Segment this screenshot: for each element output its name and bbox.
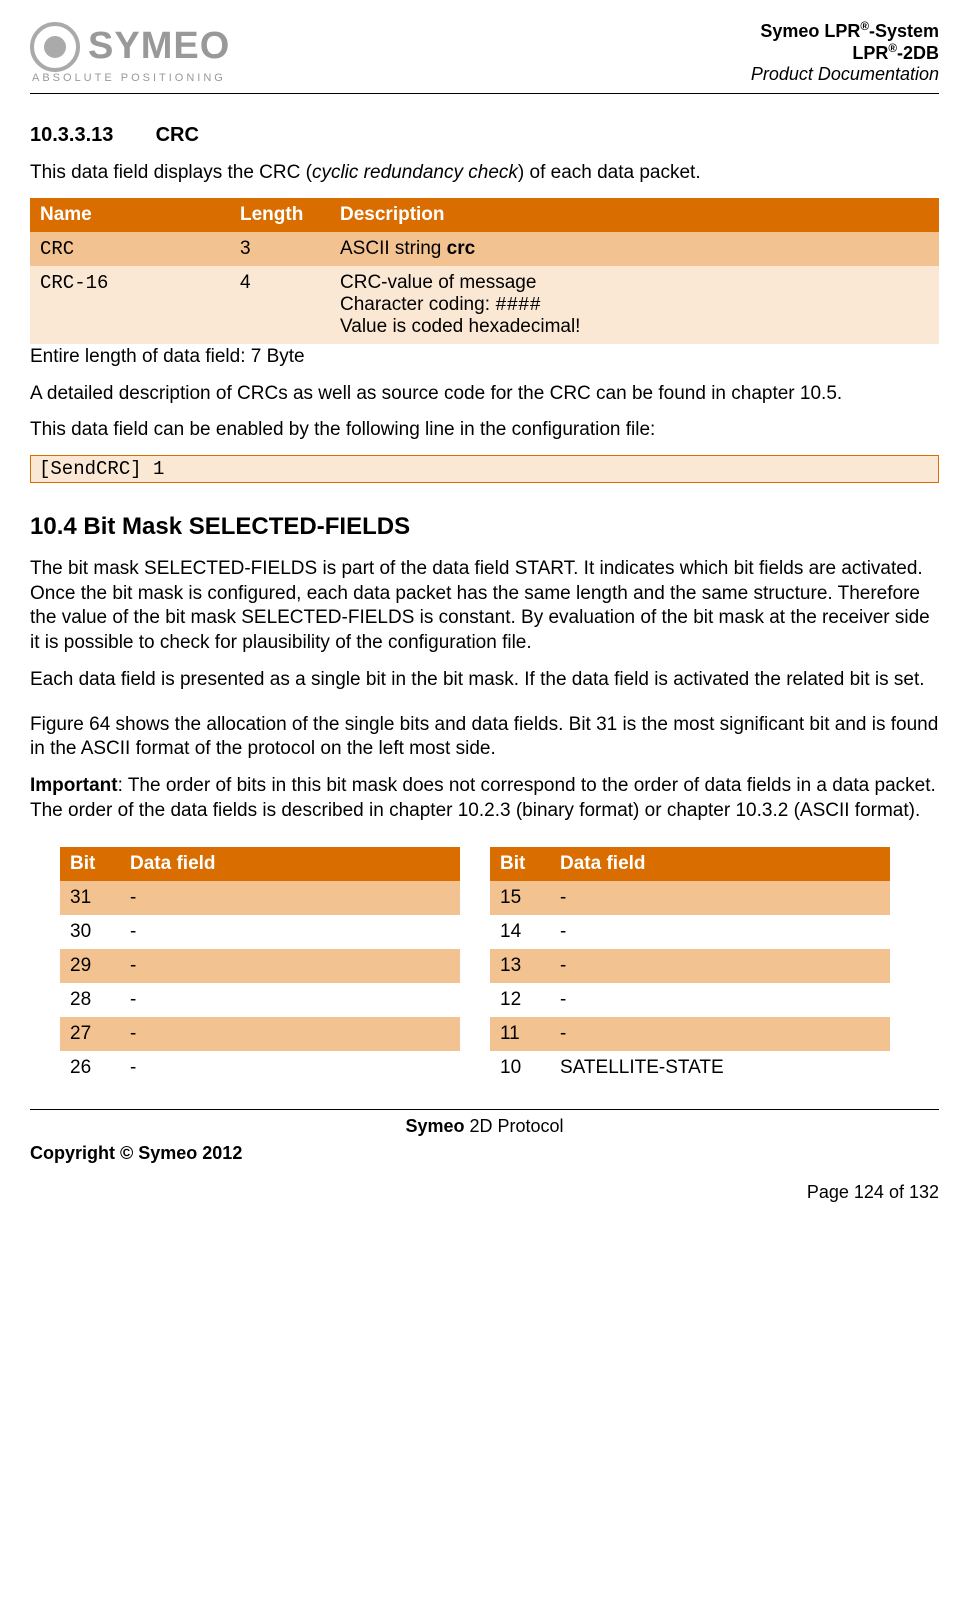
table-length-note: Entire length of data field: 7 Byte: [30, 346, 939, 368]
page-header: SYMEO ABSOLUTE POSITIONING Symeo LPR®-Sy…: [30, 20, 939, 94]
table-row: 27-: [60, 1017, 460, 1051]
table-row: 29-: [60, 949, 460, 983]
table-row: 15-: [490, 881, 890, 915]
section-title: CRC: [156, 124, 199, 146]
table-header-row: Bit Data field: [60, 847, 460, 881]
cell-length: 4: [230, 266, 330, 344]
table-row: 26-: [60, 1051, 460, 1085]
header-title-block: Symeo LPR®-System LPR®-2DB Product Docum…: [751, 20, 939, 85]
footer-page-number: Page 124 of 132: [30, 1182, 939, 1203]
table-row: 14-: [490, 915, 890, 949]
logo-text: SYMEO: [88, 25, 230, 68]
cell-length: 3: [230, 232, 330, 266]
th-bit: Bit: [490, 847, 550, 881]
crc-config-intro: This data field can be enabled by the fo…: [30, 418, 939, 443]
th-bit: Bit: [60, 847, 120, 881]
reg-mark: ®: [888, 42, 897, 55]
footer-center: Symeo 2D Protocol: [30, 1116, 939, 1137]
bitmask-important: Important: The order of bits in this bit…: [30, 774, 939, 823]
bit-tables-wrapper: Bit Data field 31- 30- 29- 28- 27- 26- B…: [60, 847, 939, 1085]
table-row: 13-: [490, 949, 890, 983]
crc-table: Name Length Description CRC 3 ASCII stri…: [30, 198, 939, 344]
table-row: 11-: [490, 1017, 890, 1051]
th-data-field: Data field: [120, 847, 460, 881]
th-description: Description: [330, 198, 939, 232]
th-data-field: Data field: [550, 847, 890, 881]
bitmask-p3: Figure 64 shows the allocation of the si…: [30, 713, 939, 762]
section-heading-crc: 10.3.3.13 CRC: [30, 124, 939, 147]
footer-copyright: Copyright © Symeo 2012: [30, 1143, 939, 1164]
table-row: 30-: [60, 915, 460, 949]
crc-intro: This data field displays the CRC (cyclic…: [30, 161, 939, 186]
header-line3: Product Documentation: [751, 64, 939, 85]
table-row: 28-: [60, 983, 460, 1017]
section-number: 10.3.3.13: [30, 124, 150, 147]
config-code-box: [SendCRC] 1: [30, 455, 939, 483]
header-line1b: -System: [869, 21, 939, 41]
header-line2b: -2DB: [897, 43, 939, 63]
th-length: Length: [230, 198, 330, 232]
header-line1a: Symeo LPR: [760, 21, 860, 41]
cell-name: CRC: [30, 232, 230, 266]
table-row: CRC 3 ASCII string crc: [30, 232, 939, 266]
cell-desc: ASCII string crc: [330, 232, 939, 266]
bitmask-p1: The bit mask SELECTED-FIELDS is part of …: [30, 557, 939, 656]
header-line2a: LPR: [852, 43, 888, 63]
bit-table-right: Bit Data field 15- 14- 13- 12- 11- 10SAT…: [490, 847, 890, 1085]
table-header-row: Bit Data field: [490, 847, 890, 881]
th-name: Name: [30, 198, 230, 232]
table-row: CRC-16 4 CRC-value of message Character …: [30, 266, 939, 344]
reg-mark: ®: [860, 20, 869, 33]
footer-separator: Symeo 2D Protocol: [30, 1109, 939, 1137]
cell-name: CRC-16: [30, 266, 230, 344]
crc-detail-ref: A detailed description of CRCs as well a…: [30, 382, 939, 407]
table-row: 31-: [60, 881, 460, 915]
bit-table-left: Bit Data field 31- 30- 29- 28- 27- 26-: [60, 847, 460, 1085]
table-header-row: Name Length Description: [30, 198, 939, 232]
logo-block: SYMEO ABSOLUTE POSITIONING: [30, 22, 230, 84]
logo-subtext: ABSOLUTE POSITIONING: [32, 72, 230, 84]
logo-icon: [30, 22, 80, 72]
table-row: 10SATELLITE-STATE: [490, 1051, 890, 1085]
cell-desc: CRC-value of message Character coding: #…: [330, 266, 939, 344]
table-row: 12-: [490, 983, 890, 1017]
bitmask-p2: Each data field is presented as a single…: [30, 668, 939, 693]
section-heading-bitmask: 10.4 Bit Mask SELECTED-FIELDS: [30, 513, 939, 541]
